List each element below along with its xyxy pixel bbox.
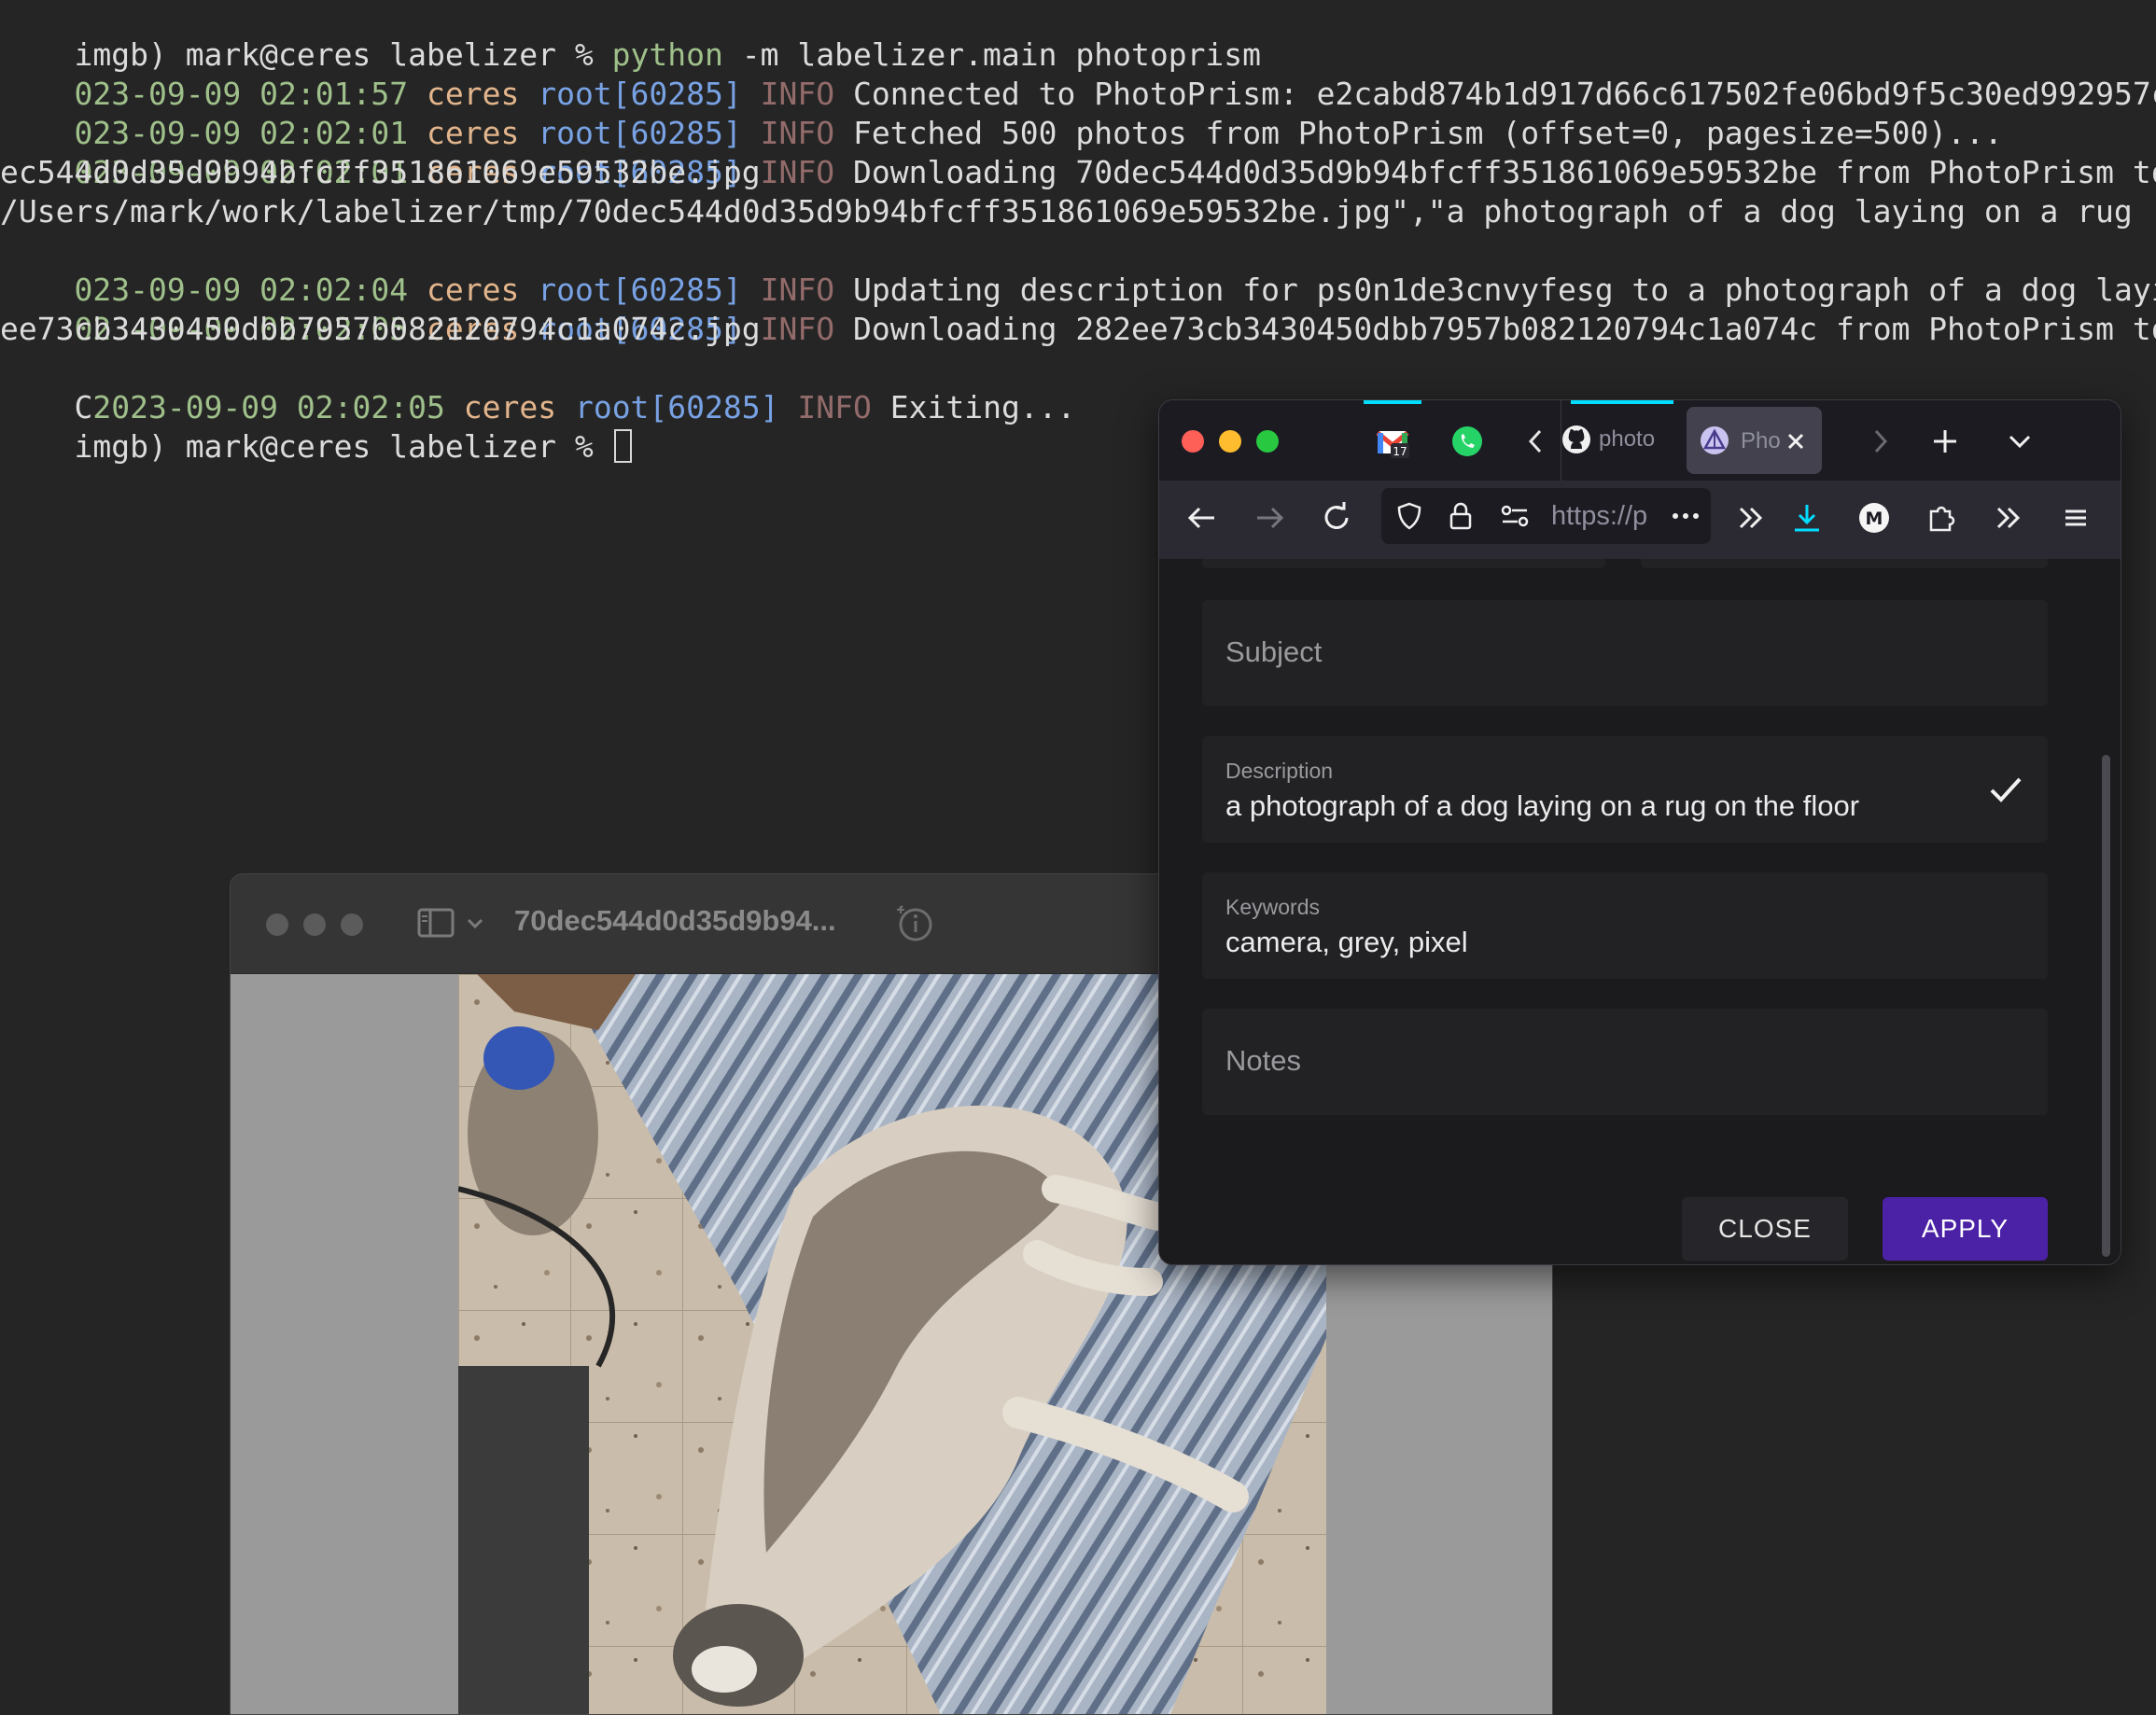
description-field[interactable]: Description a photograph of a dog laying… xyxy=(1202,736,2048,843)
arrow-right-icon xyxy=(1257,507,1284,529)
chevron-right-icon xyxy=(1874,429,1888,453)
m-extension-icon: M xyxy=(1859,503,1889,533)
zoom-window-button[interactable] xyxy=(1256,430,1279,453)
log-level: INFO xyxy=(797,389,872,425)
extension-m-button[interactable]: M xyxy=(1854,497,1895,538)
nav-toolbar: https://p M xyxy=(1159,481,2121,559)
info-markup-icon[interactable] xyxy=(893,902,934,943)
tab-loading-indicator xyxy=(1571,400,1673,404)
log-message: Downloading 282ee73cb3430450dbb7957b0821… xyxy=(852,311,2156,347)
subject-placeholder: Subject xyxy=(1225,635,1323,668)
gmail-icon: 17 xyxy=(1376,431,1409,458)
whatsapp-icon xyxy=(1452,426,1482,456)
reload-button[interactable] xyxy=(1316,497,1357,538)
permissions-icon[interactable] xyxy=(1499,503,1531,529)
tab-loading-indicator xyxy=(1364,400,1421,404)
keywords-field[interactable]: Keywords camera, grey, pixel xyxy=(1202,872,2048,979)
gmail-badge: 17 xyxy=(1393,445,1407,458)
hamburger-menu-icon xyxy=(2065,509,2086,526)
description-value: a photograph of a dog laying on a rug on… xyxy=(1225,789,1860,822)
subject-field[interactable]: Subject xyxy=(1202,600,2048,706)
reload-icon xyxy=(1324,502,1349,529)
log-level: INFO xyxy=(760,154,835,190)
document-title: 70dec544d0d35d9b94... xyxy=(514,904,836,937)
photo-edit-dialog: Subject Description a photograph of a do… xyxy=(1159,559,2121,1264)
apply-button[interactable]: APPLY xyxy=(1883,1197,2048,1261)
overflow-button[interactable] xyxy=(1730,497,1771,538)
log-line: C2023-09-09 02:02:05 ceres root[60285] I… xyxy=(0,349,1075,425)
shell-prompt: imgb) mark@ceres labelizer % xyxy=(74,428,612,465)
zoom-window-button[interactable] xyxy=(341,913,363,936)
double-chevron-icon xyxy=(1739,507,1763,529)
puzzle-piece-icon xyxy=(1929,506,1955,532)
log-line: 023-09-09 02:02:01 ceres root[60285] INF… xyxy=(0,75,2002,151)
scrollbar-thumb[interactable] xyxy=(2102,755,2110,1257)
terminal-line: imgb) mark@ceres labelizer % xyxy=(0,388,632,465)
partial-field xyxy=(1202,559,1605,568)
tracking-shield-icon[interactable] xyxy=(1394,501,1424,531)
keywords-label: Keywords xyxy=(1225,895,1320,919)
tab-strip: 17 photo Pho xyxy=(1159,400,2121,481)
browser-window[interactable]: 17 photo Pho https://p M Subject Descrip… xyxy=(1158,399,2121,1265)
sidebar-toggle-icon[interactable] xyxy=(415,902,456,943)
log-message: Exiting... xyxy=(889,389,1076,425)
extensions-button[interactable] xyxy=(1921,497,1962,538)
app-menu-button[interactable] xyxy=(2055,497,2096,538)
github-icon xyxy=(1562,425,1590,453)
close-button[interactable]: CLOSE xyxy=(1682,1197,1848,1261)
log-line: 023-09-09 02:02:01 ceres root[60285] INF… xyxy=(0,114,2156,190)
double-chevron-icon xyxy=(1996,507,2021,529)
terminal-cursor[interactable] xyxy=(613,429,632,463)
log-line: ee73cb3430450dbb7957b082120794c1a074c.jp… xyxy=(0,311,761,347)
notes-field[interactable]: Notes xyxy=(1202,1009,2048,1115)
photoprism-icon xyxy=(1701,426,1729,454)
scroll-tabs-right-button[interactable] xyxy=(1861,421,1898,462)
lock-icon[interactable] xyxy=(1447,501,1475,531)
chevron-down-icon[interactable] xyxy=(462,902,488,943)
downloads-button[interactable] xyxy=(1786,497,1827,538)
keywords-value: camera, grey, pixel xyxy=(1225,926,1468,958)
close-window-button[interactable] xyxy=(266,913,288,936)
more-tools-button[interactable] xyxy=(1988,497,2029,538)
log-line: /Users/mark/work/labelizer/tmp/70dec544d… xyxy=(0,193,2133,230)
page-actions-icon[interactable] xyxy=(1671,510,1701,522)
close-tab-icon[interactable] xyxy=(1784,429,1808,453)
tab-label: Pho xyxy=(1741,428,1780,453)
terminal-line: imgb) mark@ceres labelizer % python -m l… xyxy=(0,0,1261,73)
forward-button[interactable] xyxy=(1249,497,1290,538)
minimize-window-button[interactable] xyxy=(1219,430,1241,453)
tab-whatsapp[interactable] xyxy=(1447,421,1488,462)
download-icon xyxy=(1795,505,1819,532)
log-line: 023-09-09 02:02:05 ceres root[60285] INF… xyxy=(0,271,2156,347)
log-level: INFO xyxy=(760,311,835,347)
checkmark-icon[interactable] xyxy=(1986,770,2025,809)
log-line: 023-09-09 02:02:04 ceres root[60285] INF… xyxy=(0,231,2156,308)
arrow-left-icon xyxy=(1187,507,1214,529)
log-line: ec544d0d35d9b94bfcff351861069e59532be.jp… xyxy=(0,154,761,190)
description-label: Description xyxy=(1225,759,1334,783)
log-line: 023-09-09 02:01:57 ceres root[60285] INF… xyxy=(0,35,2156,112)
plus-icon xyxy=(1934,430,1956,453)
tab-label: photo xyxy=(1599,426,1656,452)
tab-photoprism[interactable]: Pho xyxy=(1687,407,1822,474)
tab-github[interactable]: photo xyxy=(1561,400,1673,481)
log-message: Downloading 70dec544d0d35d9b94bfcff35186… xyxy=(852,154,2156,190)
list-all-tabs-button[interactable] xyxy=(1999,421,2040,462)
scroll-tabs-left-button[interactable] xyxy=(1518,421,1555,462)
chevron-down-icon xyxy=(2009,435,2031,449)
close-window-button[interactable] xyxy=(1182,430,1204,453)
partial-field xyxy=(1641,559,2048,568)
notes-placeholder: Notes xyxy=(1225,1044,1301,1077)
back-button[interactable] xyxy=(1182,497,1223,538)
url-text: https://p xyxy=(1551,501,1648,531)
chevron-left-icon xyxy=(1528,429,1542,453)
address-bar[interactable]: https://p xyxy=(1381,488,1711,544)
tab-gmail[interactable]: 17 xyxy=(1372,421,1413,462)
new-tab-button[interactable] xyxy=(1925,421,1966,462)
minimize-window-button[interactable] xyxy=(303,913,326,936)
svg-text:M: M xyxy=(1866,509,1883,529)
